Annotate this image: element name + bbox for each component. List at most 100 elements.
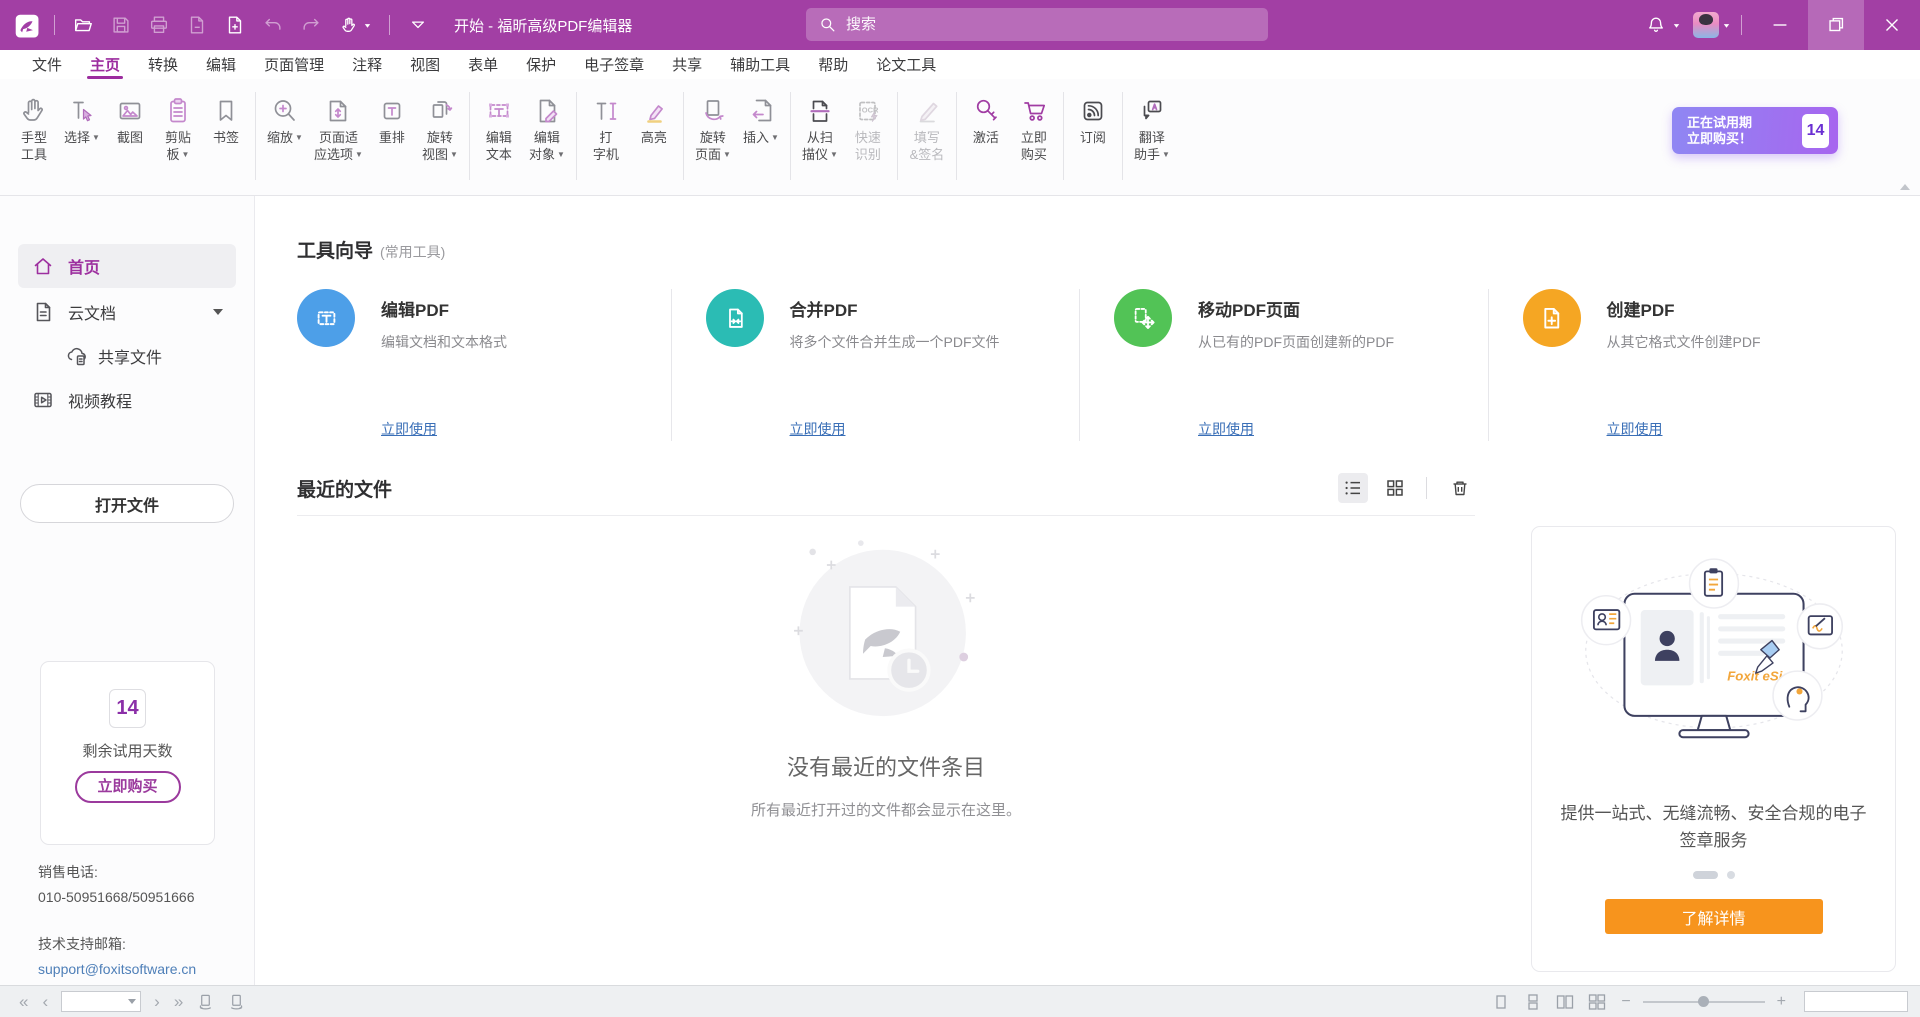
ribbon-button-rotate-pages[interactable]: 旋转页面▼	[689, 91, 737, 163]
use-now-link[interactable]: 立即使用	[790, 419, 846, 439]
buy-now-button[interactable]: 立即购买	[75, 771, 181, 803]
ribbon-button-subscribe[interactable]: 订阅	[1069, 91, 1117, 146]
ribbon-button-hand-tool[interactable]: 手型工具	[10, 91, 58, 163]
ribbon-button-buy-now[interactable]: 立即购买	[1010, 91, 1058, 163]
rotate-right-icon[interactable]	[228, 993, 245, 1010]
minimize-button[interactable]	[1752, 0, 1808, 50]
scroll-up-icon[interactable]	[1900, 184, 1910, 190]
clear-recent-trash-button[interactable]	[1445, 473, 1475, 503]
first-page-button[interactable]: «	[12, 993, 35, 1010]
menu-tab-12[interactable]: 帮助	[804, 50, 862, 79]
page-number-combo[interactable]	[61, 991, 141, 1012]
next-page-button[interactable]: ›	[147, 993, 167, 1010]
customize-toolbar-icon[interactable]	[402, 9, 434, 41]
global-search[interactable]	[806, 8, 1268, 41]
menu-tab-5[interactable]: 注释	[338, 50, 396, 79]
page-combo-caret-icon[interactable]	[128, 999, 136, 1004]
previous-page-button[interactable]: ‹	[35, 993, 55, 1010]
grid-view-button[interactable]	[1380, 473, 1410, 503]
zoom-slider-thumb[interactable]	[1698, 996, 1709, 1007]
add-page-icon[interactable]	[219, 9, 251, 41]
restore-button[interactable]	[1808, 0, 1864, 50]
ribbon-button-rotate-view[interactable]: 旋转视图▼	[416, 91, 464, 163]
zoom-slider[interactable]	[1643, 1001, 1765, 1003]
ribbon-button-translate-assistant[interactable]: 翻译助手▼	[1128, 91, 1176, 163]
use-now-link[interactable]: 立即使用	[1198, 419, 1254, 439]
list-view-button[interactable]	[1338, 473, 1368, 503]
last-page-button[interactable]: »	[167, 993, 190, 1010]
trial-days-badge: 14	[1802, 114, 1829, 148]
zoom-percent-box[interactable]	[1804, 991, 1908, 1012]
single-page-view-icon[interactable]	[1492, 994, 1510, 1010]
page-number-input[interactable]	[66, 995, 128, 1009]
menu-tab-4[interactable]: 页面管理	[250, 50, 338, 79]
rotate-left-icon[interactable]	[197, 993, 214, 1010]
zoom-in-button[interactable]: +	[1769, 993, 1794, 1011]
menu-tab-2[interactable]: 转换	[134, 50, 192, 79]
facing-continuous-view-icon[interactable]	[1588, 994, 1606, 1010]
ribbon-button-select[interactable]: 选择▼	[58, 91, 106, 146]
menu-tab-9[interactable]: 电子签章	[570, 50, 658, 79]
ribbon-button-clipboard[interactable]: 剪贴板▼	[154, 91, 202, 163]
use-now-link[interactable]: 立即使用	[381, 419, 437, 439]
ribbon-label: 工具	[21, 146, 47, 163]
account-caret-icon[interactable]	[1722, 21, 1731, 30]
zoom-out-button[interactable]: −	[1613, 993, 1638, 1011]
ribbon-button-fill-sign[interactable]: 填写&签名	[903, 91, 951, 163]
menu-tab-8[interactable]: 保护	[512, 50, 570, 79]
ribbon-button-bookmark[interactable]: 书签	[202, 91, 250, 146]
ribbon-button-highlight[interactable]: 高亮	[630, 91, 678, 146]
use-now-link[interactable]: 立即使用	[1607, 419, 1663, 439]
ribbon-button-from-scanner[interactable]: 从扫描仪▼	[796, 91, 844, 163]
learn-more-button[interactable]: 了解详情	[1605, 899, 1823, 934]
sidebar-item-shared-files[interactable]: 共享文件	[60, 336, 236, 376]
ribbon-button-typewriter[interactable]: 打字机	[582, 91, 630, 163]
extract-page-icon[interactable]	[181, 9, 213, 41]
sidebar-item-video-tutorials[interactable]: 视频教程	[18, 378, 236, 422]
save-icon[interactable]	[105, 9, 137, 41]
undo-icon[interactable]	[257, 9, 289, 41]
notifications-caret-icon[interactable]	[1672, 21, 1681, 30]
menu-tab-3[interactable]: 编辑	[192, 50, 250, 79]
close-button[interactable]	[1864, 0, 1920, 50]
support-email-link[interactable]: support@foxitsoftware.cn	[38, 957, 196, 982]
open-file-icon[interactable]	[67, 9, 99, 41]
sidebar-item-home[interactable]: 首页	[18, 244, 236, 288]
chevron-down-icon[interactable]	[213, 309, 223, 315]
print-icon[interactable]	[143, 9, 175, 41]
continuous-view-icon[interactable]	[1524, 994, 1542, 1010]
menu-tab-7[interactable]: 表单	[454, 50, 512, 79]
sidebar-item-cloud-docs[interactable]: 云文档	[18, 290, 236, 334]
user-avatar[interactable]	[1693, 12, 1719, 38]
menu-tab-1[interactable]: 主页	[76, 50, 134, 79]
ribbon-button-zoom[interactable]: 缩放▼	[261, 91, 309, 146]
ribbon-separator	[255, 92, 256, 180]
ribbon-button-insert[interactable]: 插入▼	[737, 91, 785, 146]
ribbon-button-activate[interactable]: 激活	[962, 91, 1010, 146]
trial-banner[interactable]: 正在试用期 立即购买！ 14	[1672, 107, 1838, 154]
menu-tab-13[interactable]: 论文工具	[862, 50, 950, 79]
ribbon-button-edit-object[interactable]: 编辑对象▼	[523, 91, 571, 163]
facing-view-icon[interactable]	[1556, 994, 1574, 1010]
menu-tab-0[interactable]: 文件	[18, 50, 76, 79]
notifications-bell-icon[interactable]	[1640, 9, 1672, 41]
ribbon-button-page-fit-options[interactable]: 页面适应选项▼	[309, 91, 368, 163]
menu-tab-10[interactable]: 共享	[658, 50, 716, 79]
hand-tool-quick-icon[interactable]	[333, 9, 377, 41]
card-title: 编辑PDF	[381, 296, 507, 321]
carousel-dot-active[interactable]	[1693, 871, 1718, 879]
ribbon-button-quick-ocr[interactable]: OCR快速识别	[844, 91, 892, 163]
fill-sign-icon	[909, 93, 945, 129]
redo-icon[interactable]	[295, 9, 327, 41]
zoom-percent-input[interactable]	[1809, 995, 1903, 1009]
ribbon-button-edit-text[interactable]: 编辑文本	[475, 91, 523, 163]
menu-tab-6[interactable]: 视图	[396, 50, 454, 79]
menu-tab-11[interactable]: 辅助工具	[716, 50, 804, 79]
search-input[interactable]	[846, 16, 1256, 33]
ribbon-label: 高亮	[641, 129, 667, 146]
chevron-down-icon: ▼	[1162, 146, 1170, 163]
ribbon-button-snapshot[interactable]: 截图	[106, 91, 154, 146]
ribbon-button-reflow[interactable]: 重排	[368, 91, 416, 146]
open-file-button[interactable]: 打开文件	[20, 484, 234, 523]
carousel-dot[interactable]	[1727, 871, 1735, 879]
